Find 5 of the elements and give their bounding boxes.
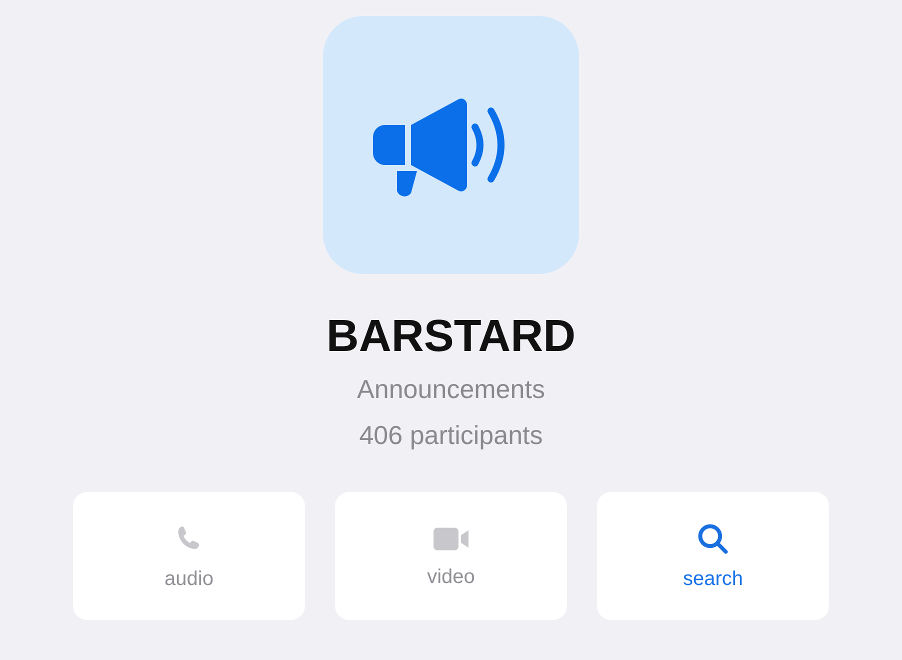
search-icon [696,522,730,556]
participant-count: 406 participants [359,419,543,452]
search-button[interactable]: search [597,492,829,620]
channel-type: Announcements [357,373,545,406]
channel-name: BARSTARD [326,310,576,362]
